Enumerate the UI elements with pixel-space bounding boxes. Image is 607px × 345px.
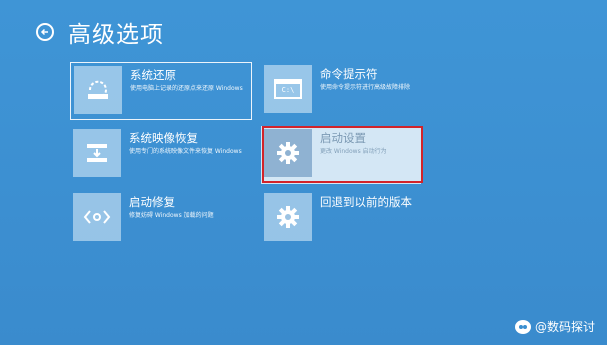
option-name: 系统映像恢复 — [129, 131, 198, 145]
watermark: @数码探讨 — [514, 318, 595, 335]
system-restore-option[interactable]: 系统还原 使用电脑上记录的还原点来还原 Windows — [70, 62, 252, 120]
go-back-option[interactable]: 回退到以前的版本 — [261, 190, 443, 248]
code-icon — [73, 193, 121, 241]
restore-icon — [74, 66, 122, 114]
startup-repair-option[interactable]: 启动修复 修复妨碍 Windows 加载的问题 — [70, 190, 252, 248]
highlight-box — [262, 126, 423, 183]
disk-image-icon — [73, 129, 121, 177]
option-name: 回退到以前的版本 — [320, 195, 412, 209]
back-arrow-icon[interactable] — [36, 23, 54, 41]
option-description: 修复妨碍 Windows 加载的问题 — [129, 212, 214, 219]
command-prompt-option[interactable]: C:\ 命令提示符 使用命令提示符进行高级故障排除 — [261, 62, 443, 120]
system-image-recovery-option[interactable]: 系统映像恢复 使用专门的系统映像文件来恢复 Windows — [70, 126, 252, 184]
option-description: 使用命令提示符进行高级故障排除 — [320, 84, 411, 91]
page-header: 高级选项 — [36, 16, 164, 48]
option-name: 系统还原 — [130, 68, 176, 82]
watermark-text: @数码探讨 — [534, 320, 595, 334]
option-name: 启动修复 — [129, 195, 175, 209]
watermark-logo-icon — [514, 319, 531, 334]
gear-icon — [264, 193, 312, 241]
option-description: 使用电脑上记录的还原点来还原 Windows — [130, 85, 243, 92]
option-description: 使用专门的系统映像文件来恢复 Windows — [129, 148, 242, 155]
page-title: 高级选项 — [68, 22, 164, 48]
cmd-icon-text: C:\ — [274, 79, 302, 99]
option-name: 命令提示符 — [320, 67, 378, 81]
cmd-icon: C:\ — [264, 65, 312, 113]
